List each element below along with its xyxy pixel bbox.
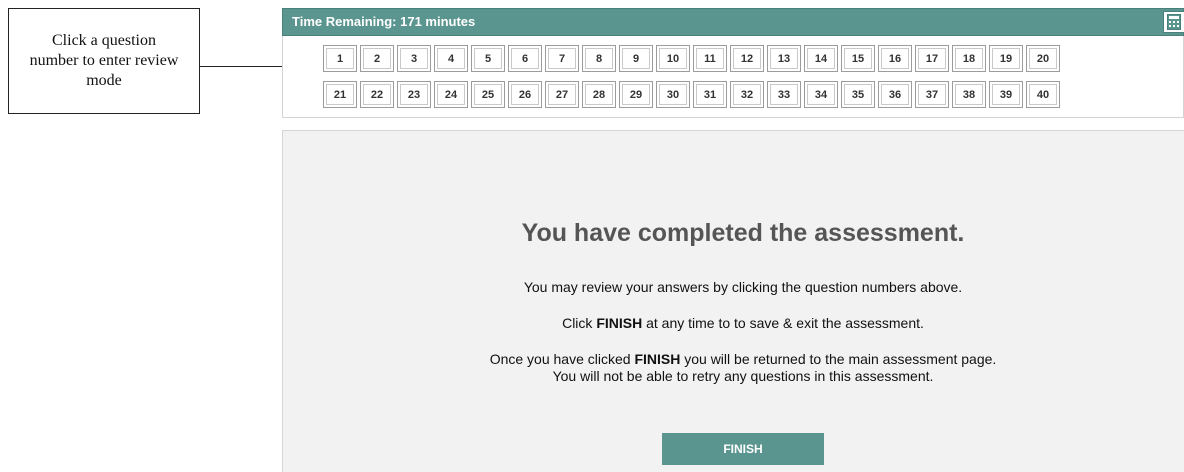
question-button[interactable]: 1 (323, 45, 357, 72)
finish-instructions: Click FINISH at any time to to save & ex… (283, 315, 1184, 332)
question-button[interactable]: 26 (508, 81, 542, 108)
question-button[interactable]: 25 (471, 81, 505, 108)
question-navigator: 1 2 3 4 5 6 7 8 9 10 11 12 13 14 15 16 1… (282, 36, 1184, 118)
question-button[interactable]: 36 (878, 81, 912, 108)
question-button[interactable]: 37 (915, 81, 949, 108)
finish-instructions-prefix: Click (562, 315, 597, 331)
finish-warning-suffix: you will be returned to the main assessm… (680, 351, 997, 367)
review-mode-annotation: Click a question number to enter review … (8, 8, 200, 114)
timer-header: Time Remaining: 171 minutes (282, 8, 1184, 36)
calculator-icon[interactable] (1163, 11, 1184, 33)
question-button[interactable]: 23 (397, 81, 431, 108)
question-button[interactable]: 39 (989, 81, 1023, 108)
question-row-1: 1 2 3 4 5 6 7 8 9 10 11 12 13 14 15 16 1… (323, 45, 1060, 72)
question-button[interactable]: 35 (841, 81, 875, 108)
question-button[interactable]: 11 (693, 45, 727, 72)
question-button[interactable]: 24 (434, 81, 468, 108)
finish-warning: Once you have clicked FINISH you will be… (283, 351, 1184, 368)
retry-warning: You will not be able to retry any questi… (552, 368, 934, 384)
question-button[interactable]: 28 (582, 81, 616, 108)
question-button[interactable]: 16 (878, 45, 912, 72)
question-button[interactable]: 31 (693, 81, 727, 108)
review-instructions: You may review your answers by clicking … (523, 279, 963, 295)
finish-warning-prefix: Once you have clicked (489, 351, 635, 367)
question-button[interactable]: 38 (952, 81, 986, 108)
question-button[interactable]: 27 (545, 81, 579, 108)
question-button[interactable]: 20 (1026, 45, 1060, 72)
finish-button[interactable]: FINISH (662, 433, 824, 465)
question-button[interactable]: 32 (730, 81, 764, 108)
question-button[interactable]: 8 (582, 45, 616, 72)
question-button[interactable]: 30 (656, 81, 690, 108)
question-button[interactable]: 34 (804, 81, 838, 108)
finish-keyword: FINISH (596, 315, 643, 331)
question-button[interactable]: 9 (619, 45, 653, 72)
question-button[interactable]: 15 (841, 45, 875, 72)
question-button[interactable]: 13 (767, 45, 801, 72)
question-button[interactable]: 19 (989, 45, 1023, 72)
question-button[interactable]: 40 (1026, 81, 1060, 108)
completion-title: You have completed the assessment. (521, 219, 965, 247)
assessment-page: Click a question number to enter review … (0, 0, 1184, 472)
question-button[interactable]: 29 (619, 81, 653, 108)
question-button[interactable]: 3 (397, 45, 431, 72)
question-button[interactable]: 10 (656, 45, 690, 72)
question-button[interactable]: 22 (360, 81, 394, 108)
question-button[interactable]: 21 (323, 81, 357, 108)
question-button[interactable]: 14 (804, 45, 838, 72)
question-button[interactable]: 18 (952, 45, 986, 72)
question-button[interactable]: 33 (767, 81, 801, 108)
completion-panel: You have completed the assessment. You m… (282, 130, 1184, 472)
question-button[interactable]: 12 (730, 45, 764, 72)
question-row-2: 21 22 23 24 25 26 27 28 29 30 31 32 33 3… (323, 81, 1060, 108)
annotation-text: Click a question number to enter review … (29, 32, 179, 89)
finish-instructions-suffix: at any time to to save & exit the assess… (642, 315, 924, 331)
question-button[interactable]: 5 (471, 45, 505, 72)
finish-keyword: FINISH (634, 351, 681, 367)
question-button[interactable]: 4 (434, 45, 468, 72)
time-remaining: Time Remaining: 171 minutes (292, 14, 476, 29)
question-button[interactable]: 17 (915, 45, 949, 72)
question-button[interactable]: 2 (360, 45, 394, 72)
question-button[interactable]: 6 (508, 45, 542, 72)
question-button[interactable]: 7 (545, 45, 579, 72)
